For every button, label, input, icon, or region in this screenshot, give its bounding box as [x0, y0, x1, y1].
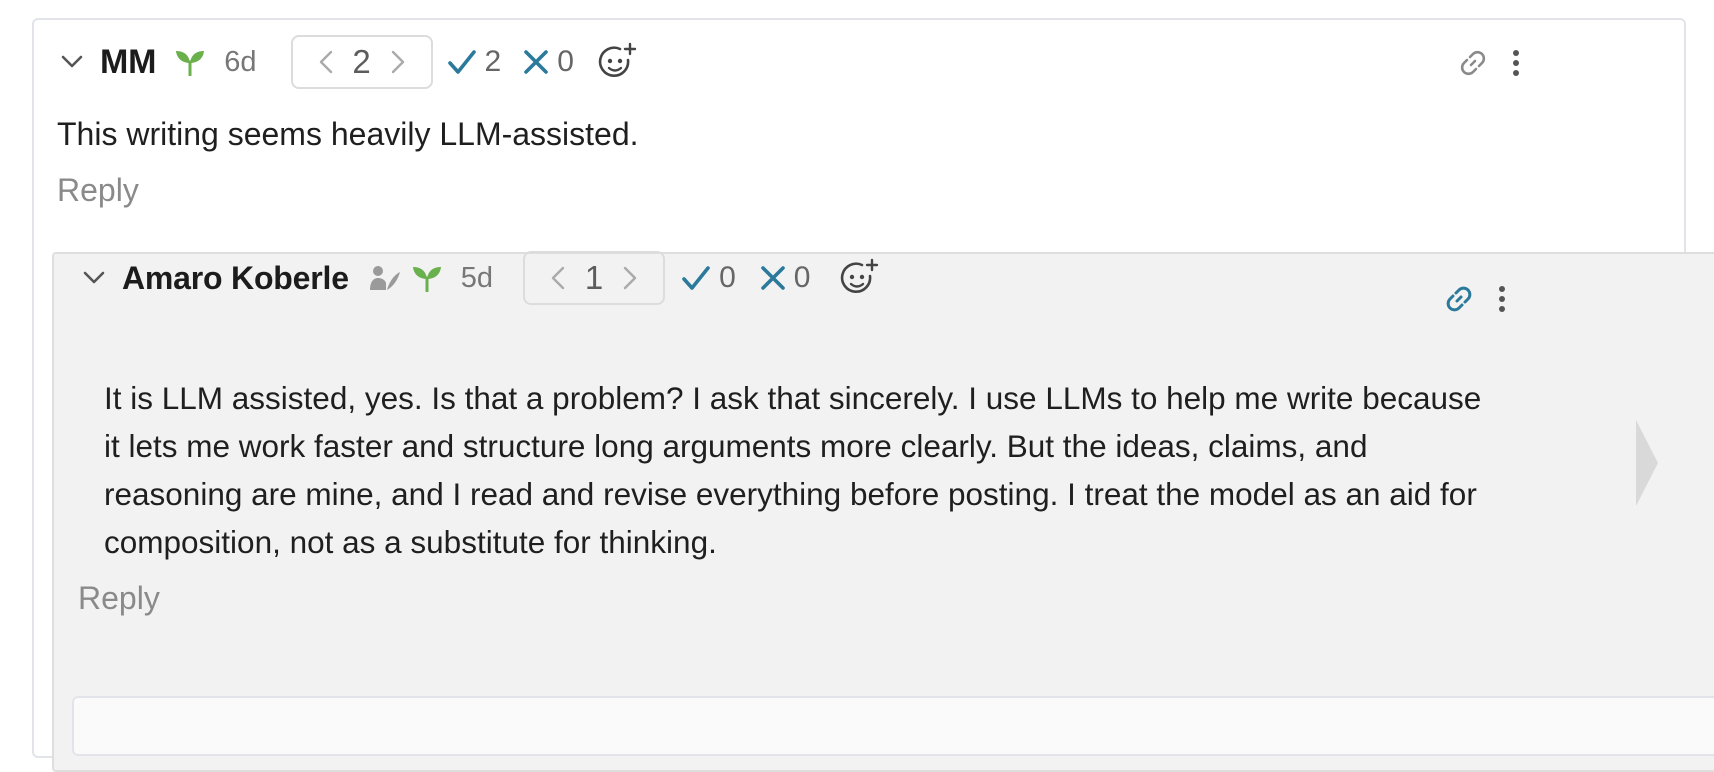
author-quill-icon — [369, 264, 401, 292]
link-icon — [1460, 50, 1486, 76]
agree-button[interactable]: 2 — [447, 45, 502, 79]
agree-count: 0 — [719, 261, 736, 294]
check-icon — [447, 50, 476, 74]
x-icon — [524, 50, 549, 74]
comment-age: 6d — [224, 45, 257, 78]
kebab-menu-icon — [1499, 286, 1505, 312]
reply-button[interactable]: Reply — [78, 580, 160, 617]
disagree-button[interactable]: 0 — [523, 45, 574, 79]
chevron-left-icon — [319, 50, 332, 74]
comment-body: This writing seems heavily LLM-assisted. — [57, 116, 639, 152]
comment-menu-button[interactable] — [1498, 285, 1506, 318]
downvote-button[interactable] — [551, 266, 565, 290]
chevron-right-icon — [623, 266, 637, 290]
upvote-button[interactable] — [623, 266, 637, 290]
permalink-button[interactable] — [1458, 48, 1488, 83]
chevron-down-icon — [61, 55, 83, 68]
karma-vote-box: 1 — [523, 251, 666, 305]
karma-score: 2 — [352, 43, 371, 80]
comment-body: It is LLM assisted, yes. Is that a probl… — [104, 380, 1482, 560]
agree-button[interactable]: 0 — [681, 261, 736, 295]
chevron-down-icon — [83, 271, 105, 284]
author-name[interactable]: Amaro Koberle — [122, 260, 349, 297]
add-reaction-button[interactable] — [598, 42, 638, 82]
sprout-icon — [411, 264, 443, 292]
disagree-count: 0 — [793, 261, 811, 294]
expand-arrow-icon[interactable] — [1634, 418, 1660, 513]
disagree-count: 0 — [557, 45, 574, 78]
reply-comment-header: Amaro Koberle 5d 1 0 0 — [80, 250, 880, 306]
add-reaction-button[interactable] — [840, 258, 880, 298]
check-icon — [682, 266, 710, 290]
upvote-button[interactable] — [391, 50, 405, 74]
nested-reply-preview — [72, 696, 1714, 756]
x-icon — [760, 266, 785, 290]
downvote-button[interactable] — [319, 50, 333, 74]
reply-comment-actions — [1444, 284, 1506, 319]
agree-count: 2 — [484, 45, 502, 78]
chevron-left-icon — [551, 266, 565, 290]
comment-menu-button[interactable] — [1512, 49, 1520, 82]
reply-button[interactable]: Reply — [57, 172, 139, 209]
author-name[interactable]: MM — [100, 43, 156, 82]
comment-header: MM 6d 2 2 0 — [58, 34, 638, 90]
comment-age: 5d — [460, 261, 494, 294]
disagree-button[interactable]: 0 — [760, 261, 811, 295]
chevron-right-icon — [391, 50, 404, 74]
sprout-icon — [174, 48, 206, 76]
comment-actions — [1458, 48, 1520, 83]
permalink-button[interactable] — [1444, 284, 1474, 319]
karma-score: 1 — [584, 259, 604, 296]
nested-comment: Amaro Koberle 5d 1 0 0 It is LLM assiste… — [52, 250, 1714, 772]
add-emoji-icon — [841, 258, 879, 293]
add-emoji-icon — [598, 42, 637, 77]
collapse-button[interactable] — [58, 48, 86, 76]
collapse-button[interactable] — [80, 264, 108, 292]
karma-vote-box: 2 — [290, 35, 433, 89]
link-icon — [1446, 286, 1472, 312]
kebab-menu-icon — [1513, 50, 1519, 76]
